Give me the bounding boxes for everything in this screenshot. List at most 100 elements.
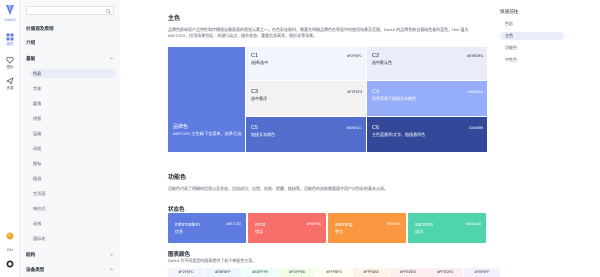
swatch-code: #F2F5FC: [346, 54, 362, 58]
sidebar-item-shadow[interactable]: 阴影: [30, 114, 116, 123]
quick-nav-title: 快速前往: [500, 9, 519, 14]
swatch-c1: C1 #F2F5FC 选择/选中: [246, 47, 366, 80]
sidebar-item-values[interactable]: 价值观及原则: [26, 24, 116, 33]
status-code: #F66F6A: [306, 222, 321, 226]
swatch-c5: C5 #526ECC 链接文本颜色: [246, 117, 366, 152]
chart-color-chip: #EDFFF9: [242, 268, 278, 277]
swatch-desc: 主色蓝悬停/文字、链接悬停色: [372, 132, 426, 137]
status-card-warning: warning 警告 #FA9841: [328, 213, 406, 243]
sidebar-item-responsive[interactable]: 响应式: [30, 204, 116, 213]
toc-item-functional[interactable]: 功能色: [500, 44, 564, 52]
primary-intro: 品牌色即体现产品特性和传播理念最直观的视觉元素之一。在色彩选取时，需要先明确品牌…: [168, 27, 469, 38]
section-title-primary: 主色: [168, 16, 181, 22]
chart-color-chip: #FFEEED: [390, 268, 426, 277]
sidebar-item-intro[interactable]: 介绍: [26, 38, 116, 47]
sidebar-item-color[interactable]: 色彩: [30, 69, 116, 78]
sidebar-item-empty[interactable]: 空页面: [30, 189, 116, 198]
sidebar-item-illustration[interactable]: 插画: [30, 174, 116, 183]
sidebar-item-structure[interactable]: 结构: [26, 250, 116, 259]
search-box[interactable]: [26, 6, 114, 15]
swatch-c3: C3 #F2F2F3 选中悬浮: [246, 81, 366, 116]
section-title-functional: 功能色: [168, 175, 187, 181]
status-desc: 信息: [175, 229, 183, 234]
chart-color-chip: #F2F5FC: [168, 268, 204, 277]
swatch-name: C2: [372, 53, 380, 59]
status-desc: 错误: [255, 229, 263, 234]
swatch-c2: C2 #E9EDFA 选中默认色: [367, 47, 487, 80]
paper-plane-icon: [6, 77, 14, 85]
language-switch[interactable]: EN: [0, 247, 20, 252]
rail-item-label: 资源: [6, 86, 14, 90]
status-name: information: [175, 222, 200, 228]
github-icon[interactable]: [6, 260, 14, 268]
swatch-desc: 选中悬浮: [251, 96, 267, 101]
main-content: 主色 品牌色即体现产品特性和传播理念最直观的视觉元素之一。在色彩选取时，需要先明…: [120, 0, 500, 277]
swatch-code: #F2F2F3: [347, 90, 362, 94]
search-icon: [106, 8, 111, 14]
sidebar: 价值观及原则 介绍 基础 色彩 字体 圆角 阴影 层级 间距 图标 插画 空页面…: [20, 0, 120, 277]
swatch-desc: 选中默认色: [372, 60, 392, 65]
swatch-name: C1: [251, 53, 259, 59]
swatch-code: #96ADFA: [467, 90, 483, 94]
swatch-desc: 选择/选中: [251, 60, 269, 65]
sidebar-item-spacing[interactable]: 间距: [30, 144, 116, 153]
swatch-desc: 链接文本颜色: [251, 132, 275, 137]
sidebar-item-basics[interactable]: 基础: [26, 54, 116, 63]
primary-swatch-name: 品牌色: [173, 124, 189, 130]
status-card-error: error 错误 #F66F6A: [248, 213, 326, 243]
swatch-c6: C6 #344899 主色蓝悬停/文字、链接悬停色: [367, 117, 487, 152]
status-code: #50D4AB: [466, 222, 481, 226]
rail-item-label: 图标: [6, 65, 14, 69]
status-desc: 警告: [335, 229, 343, 234]
sidebar-item-font[interactable]: 字体: [30, 84, 116, 93]
primary-swatch: 品牌色 #5E7CE0 主色调/下拉菜单，选择/已选: [168, 47, 245, 152]
chevron-up-icon: [110, 57, 113, 60]
chart-color-chip: #FFEDF3: [427, 268, 463, 277]
search-input[interactable]: [29, 7, 107, 14]
heart-icon: [6, 56, 14, 64]
status-desc: 成功: [415, 229, 423, 234]
status-code: #5E7CE0: [226, 222, 241, 226]
primary-swatch-desc: #5E7CE0 主色调/下拉菜单，选择/已选: [173, 131, 242, 136]
section-title-status: 状态色: [168, 207, 185, 213]
toc-item-color[interactable]: 色彩: [500, 20, 564, 28]
swatch-name: C6: [372, 125, 380, 131]
left-rail: DevUI 组件 图标 资源 EN: [0, 0, 20, 277]
quick-nav: 快速前往 色彩 主色 功能色 中性色: [500, 0, 600, 277]
rail-item-resources[interactable]: 资源: [0, 77, 20, 91]
chart-color-chip: #F5F0FF: [464, 268, 500, 277]
swatch-name: C4: [372, 89, 380, 95]
logo-text: DevUI: [4, 17, 16, 22]
swatch-code: #344899: [469, 126, 483, 130]
swatch-name: C3: [251, 89, 259, 95]
rail-item-components[interactable]: 组件: [0, 33, 20, 47]
sidebar-item-icons[interactable]: 图标: [30, 159, 116, 168]
swatch-c4: C4 #96ADFA 深色背景下链接文本颜色: [367, 81, 487, 116]
status-name: success: [415, 222, 434, 228]
grid-icon: [6, 33, 14, 41]
sidebar-item-i18n[interactable]: 国际化: [30, 234, 116, 243]
chart-color-chip: #EBF6FF: [205, 268, 241, 277]
palette-icon[interactable]: [6, 232, 14, 240]
functional-intro: 功能色代表了明确的信息以及状态，比如成功、出错、失败、提醒、链接等。功能色的选取…: [168, 186, 388, 191]
toc-item-neutral[interactable]: 中性色: [500, 56, 564, 64]
chart-color-chip: #FFFBF0: [316, 268, 352, 277]
section-title-chart: 图表颜色: [168, 252, 191, 258]
chevron-down-icon: [110, 253, 113, 256]
rail-item-icons[interactable]: 图标: [0, 56, 20, 70]
status-code: #FA9841: [386, 222, 401, 226]
status-card-information: information 信息 #5E7CE0: [168, 213, 246, 243]
sidebar-item-devices[interactable]: 设备类型: [26, 265, 116, 274]
chart-intro: DevUI 为不同类型的图表提供了若干种配色方案。: [168, 258, 257, 263]
sidebar-item-motion[interactable]: 动效: [30, 219, 116, 228]
sidebar-item-radius[interactable]: 圆角: [30, 99, 116, 108]
devui-logo-icon[interactable]: [4, 4, 16, 16]
swatch-code: #526ECC: [346, 126, 362, 130]
sidebar-item-zindex[interactable]: 层级: [30, 129, 116, 138]
swatch-name: C5: [251, 125, 259, 131]
toc-item-primary[interactable]: 主色: [500, 32, 564, 40]
status-card-success: success 成功 #50D4AB: [408, 213, 486, 243]
swatch-desc: 深色背景下链接文本颜色: [372, 96, 416, 101]
rail-item-label: 组件: [6, 42, 14, 46]
status-name: error: [255, 222, 266, 228]
